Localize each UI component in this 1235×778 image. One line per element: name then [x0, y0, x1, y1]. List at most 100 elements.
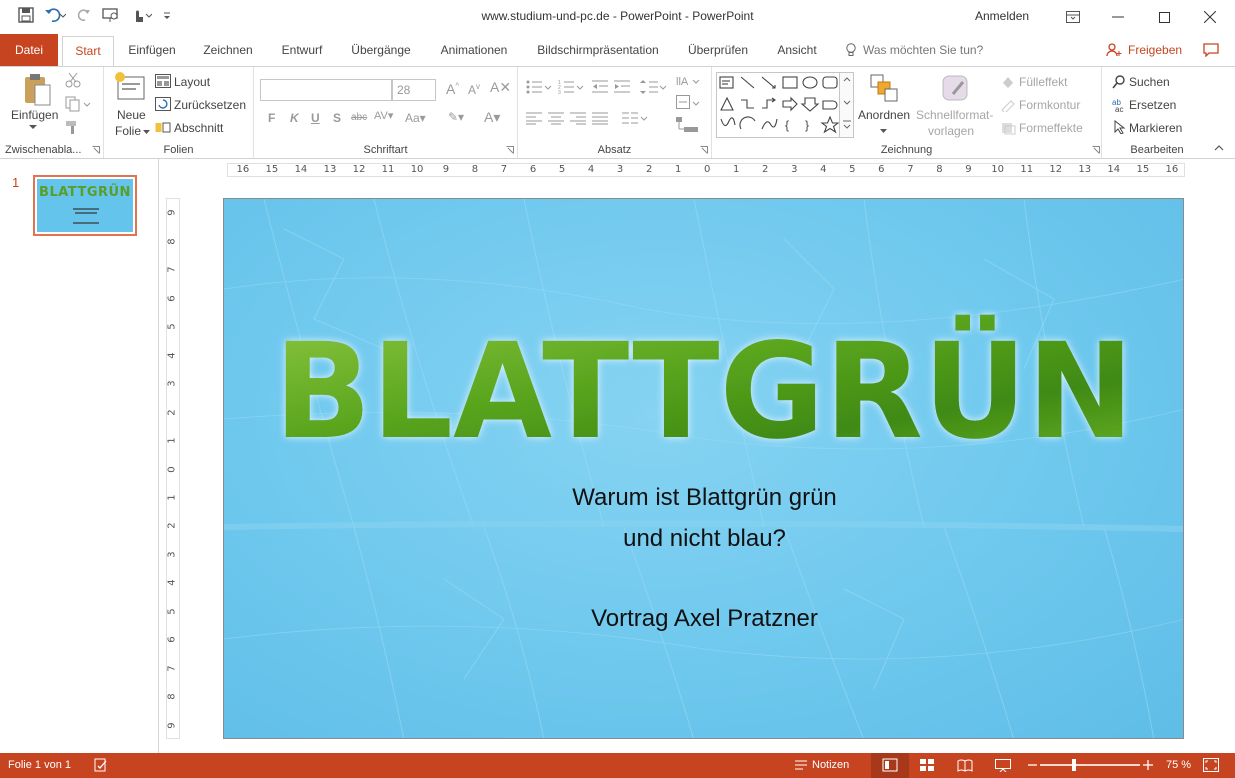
clear-formatting-icon[interactable]: A✕	[490, 79, 511, 96]
ruler-tick-label: 6	[166, 294, 178, 302]
close-icon[interactable]	[1187, 0, 1233, 34]
fit-to-window-icon[interactable]	[1203, 758, 1219, 772]
paste-icon[interactable]	[22, 73, 52, 107]
new-slide-dropdown-icon[interactable]	[143, 130, 150, 134]
shape-outline-button[interactable]: Formkontur	[1019, 98, 1080, 112]
tab-draw[interactable]: Zeichnen	[200, 34, 256, 66]
drawing-launcher-icon[interactable]	[1092, 146, 1100, 154]
share-button[interactable]: Freigeben	[1106, 43, 1182, 57]
maximize-icon[interactable]	[1141, 0, 1187, 34]
paste-button-label[interactable]: Einfügen	[11, 108, 58, 122]
font-color-icon[interactable]: A▾	[484, 109, 500, 126]
slideshow-view-icon[interactable]	[995, 759, 1011, 772]
line-spacing-icon[interactable]	[640, 79, 666, 95]
shrink-font-icon[interactable]: Av	[468, 82, 480, 97]
zoom-level[interactable]: 75 %	[1166, 759, 1191, 771]
ruler-tick-label: 13	[323, 164, 337, 175]
comments-icon[interactable]	[1203, 43, 1219, 57]
tab-transitions[interactable]: Übergänge	[348, 34, 414, 66]
notes-icon[interactable]	[795, 759, 809, 771]
align-right-icon[interactable]	[570, 111, 586, 125]
spellcheck-icon[interactable]	[94, 758, 108, 772]
align-center-icon[interactable]	[548, 111, 564, 125]
arrange-icon[interactable]	[870, 74, 898, 102]
tell-me-box[interactable]: Was möchten Sie tun?	[845, 43, 983, 57]
ruler-tick-label: 6	[878, 164, 885, 175]
select-button[interactable]: Markieren	[1129, 121, 1182, 135]
new-slide-icon[interactable]	[114, 71, 146, 103]
change-case-icon[interactable]: Aa▾	[405, 111, 426, 125]
layout-button[interactable]: Layout	[174, 75, 210, 89]
tab-design[interactable]: Entwurf	[276, 34, 328, 66]
justify-icon[interactable]	[592, 111, 608, 125]
zoom-slider-track[interactable]	[1040, 764, 1140, 766]
collapse-ribbon-icon[interactable]	[1214, 145, 1224, 151]
align-left-icon[interactable]	[526, 111, 542, 125]
decrease-indent-icon[interactable]	[592, 79, 608, 95]
new-slide-label-2[interactable]: Folie	[115, 124, 141, 138]
ribbon-display-options-icon[interactable]	[1050, 0, 1096, 34]
paste-dropdown-icon[interactable]	[29, 125, 37, 130]
reset-button[interactable]: Zurücksetzen	[174, 98, 246, 112]
quick-styles-icon[interactable]	[941, 74, 971, 104]
zoom-slider-thumb[interactable]	[1072, 759, 1076, 771]
tab-file[interactable]: Datei	[0, 34, 58, 66]
normal-view-button[interactable]	[871, 753, 909, 778]
bullets-icon[interactable]	[526, 79, 552, 95]
tab-insert[interactable]: Einfügen	[124, 34, 180, 66]
character-spacing-icon[interactable]: AV▾	[374, 109, 393, 122]
signin-link[interactable]: Anmelden	[975, 9, 1029, 23]
arrange-dropdown-icon[interactable]	[880, 129, 887, 133]
slide-sorter-icon[interactable]	[920, 759, 934, 772]
format-painter-icon[interactable]	[65, 119, 81, 135]
font-launcher-icon[interactable]	[506, 146, 514, 154]
zoom-in-icon[interactable]	[1143, 760, 1153, 770]
align-text-icon[interactable]	[676, 95, 700, 111]
columns-icon[interactable]	[622, 111, 648, 125]
shape-fill-button[interactable]: Fülleffekt	[1019, 75, 1067, 89]
slide-presenter-line[interactable]: Vortrag Axel Pratzner	[224, 605, 1183, 633]
slide-canvas[interactable]: BLATTGRÜN Warum ist Blattgrün grün und n…	[223, 198, 1184, 739]
font-name-combo[interactable]	[260, 79, 392, 101]
underline-button[interactable]: U	[311, 111, 320, 125]
shadow-button[interactable]: S	[333, 111, 341, 125]
numbering-icon[interactable]: 123	[558, 79, 584, 95]
arrange-button[interactable]: Anordnen	[858, 108, 910, 122]
reading-view-icon[interactable]	[957, 759, 973, 772]
minimize-icon[interactable]	[1095, 0, 1141, 34]
cut-icon[interactable]	[65, 72, 81, 88]
clipboard-launcher-icon[interactable]	[92, 146, 100, 154]
slide-thumbnail[interactable]: BLATTGRÜN	[33, 175, 137, 236]
slide-subtitle-line-1[interactable]: Warum ist Blattgrün grün	[224, 484, 1183, 512]
shapes-gallery-scroll[interactable]	[839, 73, 853, 137]
increase-indent-icon[interactable]	[614, 79, 630, 95]
new-slide-label-1[interactable]: Neue	[117, 108, 146, 122]
section-button[interactable]: Abschnitt	[174, 121, 223, 135]
slide-title[interactable]: BLATTGRÜN	[274, 315, 1134, 459]
font-size-combo[interactable]: 28	[392, 79, 436, 101]
replace-button[interactable]: Ersetzen	[1129, 98, 1176, 112]
tab-animations[interactable]: Animationen	[434, 34, 514, 66]
zoom-out-icon[interactable]	[1028, 760, 1037, 770]
find-button[interactable]: Suchen	[1129, 75, 1170, 89]
tab-start[interactable]: Start	[62, 36, 114, 67]
grow-font-icon[interactable]: A^	[446, 81, 459, 97]
tab-view[interactable]: Ansicht	[772, 34, 822, 66]
copy-icon[interactable]	[65, 96, 91, 112]
slide-subtitle-line-2[interactable]: und nicht blau?	[224, 525, 1183, 553]
bold-button[interactable]: F	[268, 111, 275, 125]
tab-slideshow[interactable]: Bildschirmpräsentation	[533, 34, 663, 66]
shapes-gallery[interactable]: { }	[716, 72, 854, 138]
text-direction-icon[interactable]: llA	[676, 73, 700, 89]
quick-styles-label-2[interactable]: vorlagen	[928, 124, 974, 138]
highlight-icon[interactable]: ✎▾	[448, 110, 464, 124]
paragraph-launcher-icon[interactable]	[700, 146, 708, 154]
notes-button[interactable]: Notizen	[812, 759, 849, 771]
quick-styles-label-1[interactable]: Schnellformat-	[916, 108, 993, 122]
strikethrough-button[interactable]: abc	[351, 112, 367, 123]
shape-effects-button[interactable]: Formeffekte	[1019, 121, 1083, 135]
tab-review[interactable]: Überprüfen	[683, 34, 753, 66]
shapes-gallery-icons[interactable]: { }	[717, 73, 853, 137]
italic-button[interactable]: K	[290, 111, 299, 125]
smartart-icon[interactable]	[676, 117, 700, 133]
